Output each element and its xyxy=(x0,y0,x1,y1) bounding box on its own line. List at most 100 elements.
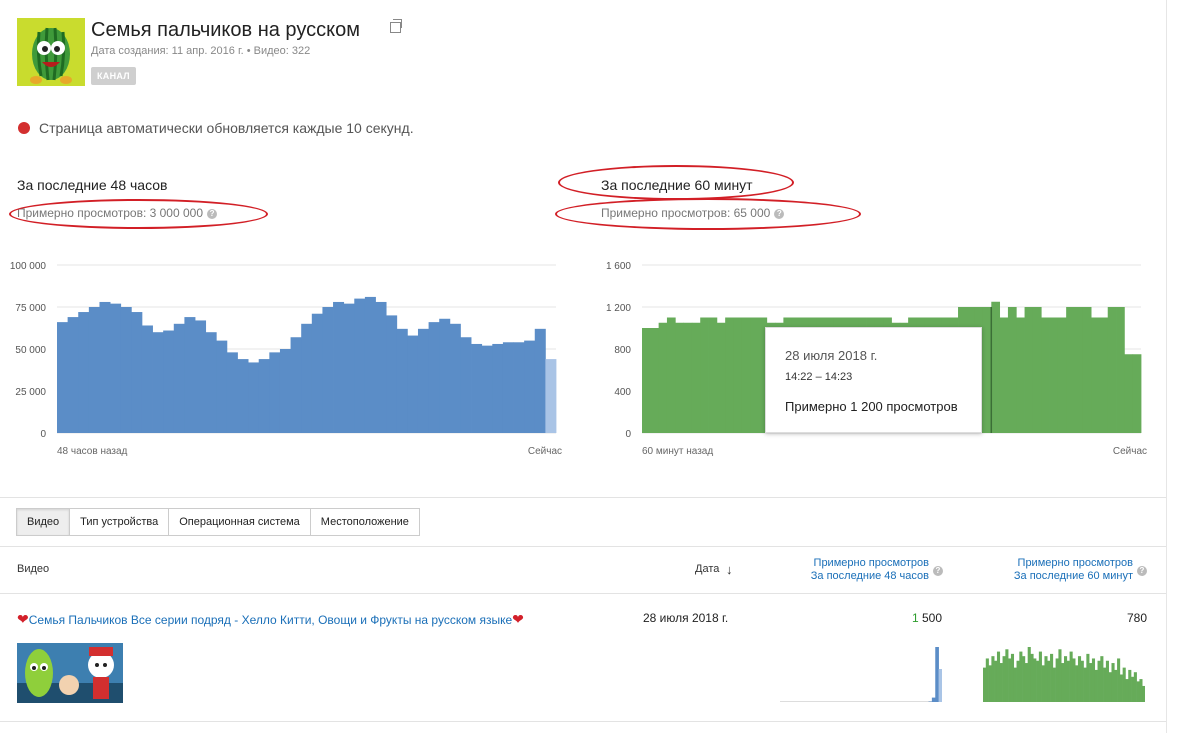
sort-arrow-down-icon[interactable]: ↓ xyxy=(726,562,733,577)
chart-bar[interactable] xyxy=(658,322,668,433)
chart-bar[interactable] xyxy=(163,330,175,433)
chart-bar[interactable] xyxy=(1007,307,1017,433)
channel-title[interactable]: Семья пальчиков на русском xyxy=(91,19,360,42)
chart-bar[interactable] xyxy=(1091,317,1100,434)
chart-bar[interactable] xyxy=(481,345,493,433)
chart-bar[interactable] xyxy=(322,307,334,433)
chart-bar[interactable] xyxy=(460,337,472,433)
video-title-link[interactable]: ❤Семья Пальчиков Все серии подряд - Хелл… xyxy=(17,611,524,628)
chart-bar[interactable] xyxy=(991,301,1001,433)
chart-bar[interactable] xyxy=(67,317,79,433)
chart-bar[interactable] xyxy=(1132,354,1142,433)
channel-avatar[interactable] xyxy=(17,18,85,86)
chart-bar[interactable] xyxy=(1082,307,1092,433)
chart-bar[interactable] xyxy=(99,301,111,433)
chart-bar[interactable] xyxy=(248,362,260,433)
chart-bar[interactable] xyxy=(333,301,345,433)
help-icon[interactable]: ? xyxy=(933,566,943,576)
help-icon[interactable]: ? xyxy=(1137,566,1147,576)
chart-bar[interactable] xyxy=(311,313,323,433)
chart-bar[interactable] xyxy=(1099,317,1109,434)
chart-bar[interactable] xyxy=(110,303,122,433)
chart-bar[interactable] xyxy=(650,328,660,433)
chart-bar[interactable] xyxy=(78,312,90,433)
chart-bar[interactable] xyxy=(290,337,302,433)
chart-bar[interactable] xyxy=(195,320,207,433)
tab-location[interactable]: Местоположение xyxy=(309,508,420,536)
chart-bar[interactable] xyxy=(88,307,100,433)
chart-bar[interactable] xyxy=(1124,354,1134,433)
chart-bar[interactable] xyxy=(343,303,355,433)
open-external-icon[interactable] xyxy=(390,19,402,33)
chart-bar[interactable] xyxy=(513,342,525,433)
tooltip-time: 14:22 – 14:23 xyxy=(785,371,853,383)
chart-bar[interactable] xyxy=(502,342,514,433)
chart-bar[interactable] xyxy=(131,312,143,433)
column-header-views-48h[interactable]: Примерно просмотров За последние 48 часо… xyxy=(790,557,929,583)
chart-bar[interactable] xyxy=(205,332,217,433)
views-48h-b: 500 xyxy=(918,611,942,625)
chart-bar[interactable] xyxy=(999,317,1009,434)
chart-bar[interactable] xyxy=(301,323,313,433)
tab-device-type[interactable]: Тип устройства xyxy=(69,508,170,536)
chart-bar[interactable] xyxy=(1107,307,1117,433)
chart-bar[interactable] xyxy=(417,328,429,433)
chart-bar[interactable] xyxy=(141,325,153,433)
chart-bar[interactable] xyxy=(982,307,992,433)
chart-bar[interactable] xyxy=(57,322,69,433)
chart-bar[interactable] xyxy=(279,349,291,433)
chart-bar[interactable] xyxy=(258,359,270,433)
chart-bar[interactable] xyxy=(1049,317,1059,434)
chart-bar[interactable] xyxy=(524,340,536,433)
chart-bar[interactable] xyxy=(545,359,557,433)
chart-bar[interactable] xyxy=(439,318,451,433)
header-line: Примерно просмотров xyxy=(813,557,929,569)
chart-bar[interactable] xyxy=(1074,307,1084,433)
chart-bar[interactable] xyxy=(449,323,461,433)
x-end-label: Сейчас xyxy=(528,446,562,457)
tab-os[interactable]: Операционная система xyxy=(168,508,311,536)
sparkline-bar xyxy=(1114,669,1118,702)
chart-bar[interactable] xyxy=(700,317,709,434)
chart-bar[interactable] xyxy=(691,322,701,433)
chart-bar[interactable] xyxy=(683,322,693,433)
chart-bar[interactable] xyxy=(1016,317,1025,434)
chart-bar[interactable] xyxy=(534,328,546,433)
chart-bar[interactable] xyxy=(1032,307,1042,433)
chart-bar[interactable] xyxy=(708,317,718,434)
chart-bar[interactable] xyxy=(492,343,504,433)
chart-bar[interactable] xyxy=(173,323,185,433)
chart-bar[interactable] xyxy=(152,332,164,433)
video-thumbnail[interactable] xyxy=(17,643,123,703)
column-header-date[interactable]: Дата xyxy=(695,563,719,575)
chart-bar[interactable] xyxy=(1057,317,1067,434)
chart-bar[interactable] xyxy=(750,317,759,434)
chart-bar[interactable] xyxy=(666,317,676,434)
column-header-views-60m[interactable]: Примерно просмотров За последние 60 мину… xyxy=(990,557,1133,583)
chart-bar[interactable] xyxy=(1041,317,1050,434)
chart-bar[interactable] xyxy=(386,315,398,433)
chart-bar[interactable] xyxy=(428,322,440,433)
chart-bar[interactable] xyxy=(1116,307,1125,433)
chart-bar[interactable] xyxy=(184,317,196,433)
chart-bar[interactable] xyxy=(1066,307,1075,433)
chart-bar[interactable] xyxy=(396,328,408,433)
chart-bar[interactable] xyxy=(1024,307,1034,433)
chart-bar[interactable] xyxy=(716,322,726,433)
chart-bar[interactable] xyxy=(120,307,132,433)
chart-bar[interactable] xyxy=(216,340,228,433)
chart-bar[interactable] xyxy=(675,322,684,433)
chart-bar[interactable] xyxy=(741,317,751,434)
chart-bar[interactable] xyxy=(237,359,249,433)
chart-bar[interactable] xyxy=(733,317,743,434)
chart-bar[interactable] xyxy=(725,317,734,434)
tab-video[interactable]: Видео xyxy=(16,508,71,536)
chart-bar[interactable] xyxy=(471,343,483,433)
chart-bar[interactable] xyxy=(642,328,651,433)
chart-bar[interactable] xyxy=(375,301,387,433)
chart-bar[interactable] xyxy=(364,296,376,433)
chart-bar[interactable] xyxy=(407,335,419,433)
chart-bar[interactable] xyxy=(354,298,366,433)
chart-bar[interactable] xyxy=(226,352,238,433)
chart-bar[interactable] xyxy=(269,352,281,433)
